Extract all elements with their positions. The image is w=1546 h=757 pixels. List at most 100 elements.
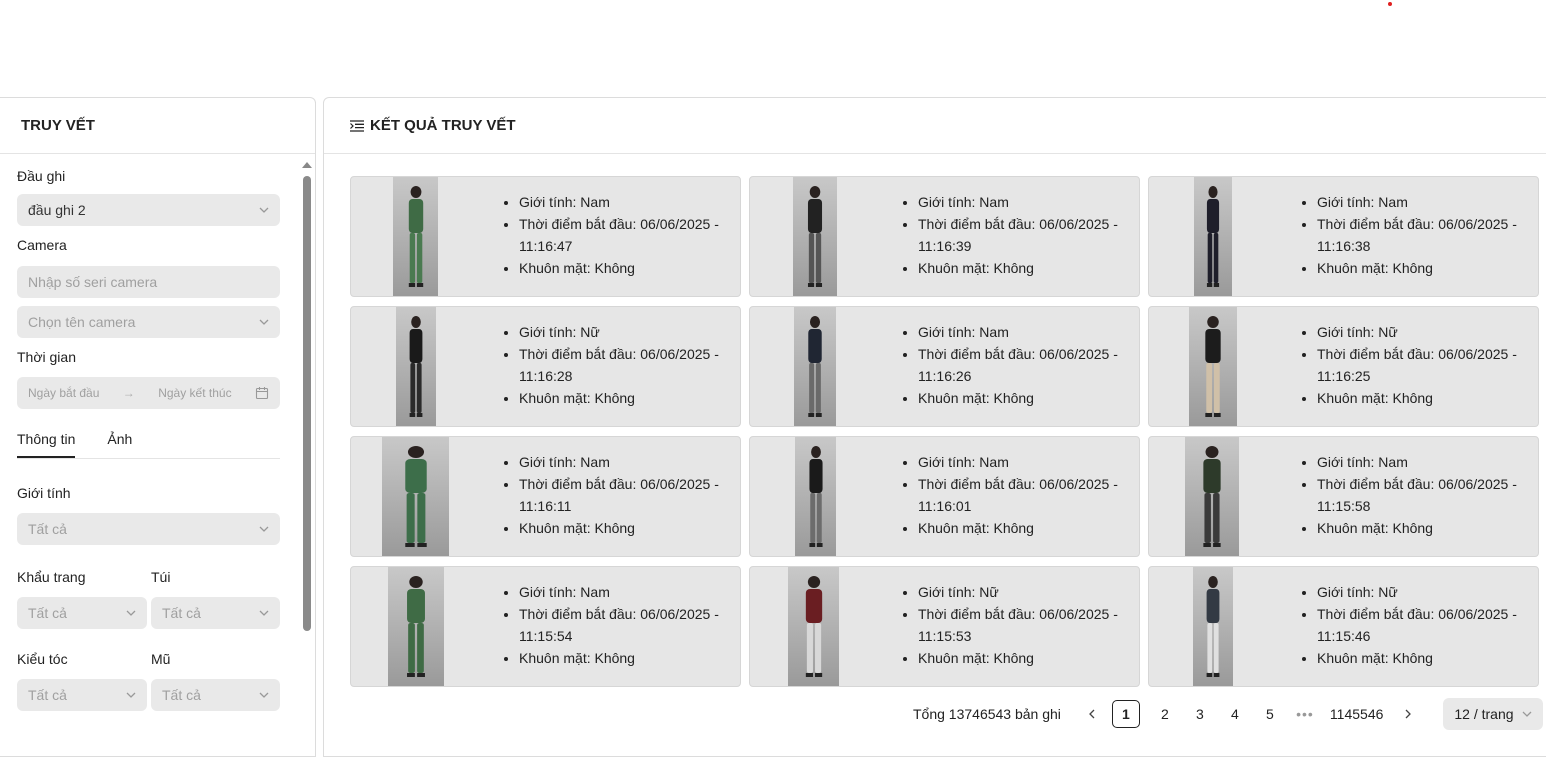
result-gender: Giới tính: Nam <box>1317 451 1532 473</box>
time-label: Thời gian <box>17 349 76 365</box>
person-silhouette-icon <box>1206 576 1220 677</box>
result-card[interactable]: Giới tính: NamThời điểm bắt đầu: 06/06/2… <box>749 436 1140 557</box>
person-thumbnail[interactable] <box>388 567 444 686</box>
result-gender: Giới tính: Nam <box>519 451 734 473</box>
result-face: Khuôn mặt: Không <box>1317 257 1532 279</box>
page-last[interactable]: 1145546 <box>1330 700 1383 728</box>
chevron-down-icon <box>259 526 269 532</box>
end-date-input[interactable]: Ngày kết thúc <box>158 386 231 400</box>
result-card[interactable]: Giới tính: NamThời điểm bắt đầu: 06/06/2… <box>1148 176 1539 297</box>
result-card[interactable]: Giới tính: NữThời điểm bắt đầu: 06/06/20… <box>1148 306 1539 427</box>
result-face: Khuôn mặt: Không <box>1317 517 1532 539</box>
result-info: Giới tính: NữThời điểm bắt đầu: 06/06/20… <box>1300 581 1532 669</box>
result-start-time: Thời điểm bắt đầu: 06/06/2025 - 11:16:47 <box>519 213 734 257</box>
start-date-input[interactable]: Ngày bắt đầu <box>28 386 99 400</box>
gender-label: Giới tính <box>17 485 71 501</box>
result-start-time: Thời điểm bắt đầu: 06/06/2025 - 11:15:53 <box>918 603 1133 647</box>
results-header: KẾT QUẢ TRUY VẾT <box>324 98 1546 154</box>
page-1[interactable]: 1 <box>1111 700 1140 728</box>
arrow-right-icon: → <box>122 386 135 400</box>
result-card[interactable]: Giới tính: NamThời điểm bắt đầu: 06/06/2… <box>749 306 1140 427</box>
result-info: Giới tính: NamThời điểm bắt đầu: 06/06/2… <box>901 321 1133 409</box>
hair-select[interactable]: Tất cả <box>17 679 147 711</box>
result-start-time: Thời điểm bắt đầu: 06/06/2025 - 11:16:28 <box>519 343 734 387</box>
person-thumbnail[interactable] <box>1194 177 1232 296</box>
chevron-down-icon <box>259 207 269 213</box>
page-3[interactable]: 3 <box>1186 700 1214 728</box>
result-info: Giới tính: NữThời điểm bắt đầu: 06/06/20… <box>1300 321 1532 409</box>
result-card[interactable]: Giới tính: NamThời điểm bắt đầu: 06/06/2… <box>749 176 1140 297</box>
notification-dot <box>1388 2 1392 6</box>
person-thumbnail[interactable] <box>382 437 449 556</box>
result-start-time: Thời điểm bắt đầu: 06/06/2025 - 11:16:26 <box>918 343 1133 387</box>
person-thumbnail[interactable] <box>795 437 836 556</box>
hair-hat-row: Kiểu tóc Tất cả Mũ Tất cả <box>17 649 280 711</box>
filter-scrollbar-thumb[interactable] <box>303 176 311 631</box>
result-gender: Giới tính: Nam <box>918 191 1133 213</box>
person-thumbnail[interactable] <box>788 567 839 686</box>
result-start-time: Thời điểm bắt đầu: 06/06/2025 - 11:16:11 <box>519 473 734 517</box>
result-face: Khuôn mặt: Không <box>519 517 734 539</box>
person-thumbnail[interactable] <box>396 307 436 426</box>
filter-panel-title: TRUY VẾT <box>0 98 315 154</box>
filter-tabs: Thông tin Ảnh <box>17 423 280 459</box>
chevron-down-icon <box>259 692 269 698</box>
page-4[interactable]: 4 <box>1221 700 1249 728</box>
dvr-select[interactable]: đầu ghi 2 <box>17 194 280 226</box>
pagination: Tổng 13746543 bản ghi 1 2 3 4 5 ••• 1145… <box>913 698 1544 730</box>
chevron-down-icon <box>259 610 269 616</box>
hat-label: Mũ <box>151 651 171 667</box>
camera-serial-input[interactable]: Nhập số seri camera <box>17 266 280 298</box>
result-card[interactable]: Giới tính: NamThời điểm bắt đầu: 06/06/2… <box>1148 436 1539 557</box>
result-card[interactable]: Giới tính: NữThời điểm bắt đầu: 06/06/20… <box>350 306 741 427</box>
next-page-icon[interactable] <box>1394 700 1422 728</box>
result-card[interactable]: Giới tính: NữThời điểm bắt đầu: 06/06/20… <box>749 566 1140 687</box>
scroll-up-arrow-icon[interactable] <box>302 162 312 168</box>
tab-image[interactable]: Ảnh <box>107 423 132 458</box>
person-thumbnail[interactable] <box>1185 437 1239 556</box>
chevron-down-icon <box>126 692 136 698</box>
trace-filter-panel: TRUY VẾT Đầu ghi đầu ghi 2 Camera Nhập s… <box>0 97 316 757</box>
person-thumbnail[interactable] <box>1193 567 1233 686</box>
page-5[interactable]: 5 <box>1256 700 1284 728</box>
tab-info[interactable]: Thông tin <box>17 423 76 458</box>
result-face: Khuôn mặt: Không <box>519 647 734 669</box>
result-gender: Giới tính: Nam <box>918 451 1133 473</box>
date-range-picker[interactable]: Ngày bắt đầu → Ngày kết thúc <box>17 377 280 409</box>
result-info: Giới tính: NamThời điểm bắt đầu: 06/06/2… <box>1300 451 1532 539</box>
results-grid: Giới tính: NamThời điểm bắt đầu: 06/06/2… <box>350 176 1539 687</box>
prev-page-icon[interactable] <box>1078 700 1106 728</box>
result-info: Giới tính: NamThời điểm bắt đầu: 06/06/2… <box>901 451 1133 539</box>
person-thumbnail[interactable] <box>393 177 438 296</box>
result-card[interactable]: Giới tính: NamThời điểm bắt đầu: 06/06/2… <box>350 566 741 687</box>
result-info: Giới tính: NamThời điểm bắt đầu: 06/06/2… <box>502 191 734 279</box>
results-title: KẾT QUẢ TRUY VẾT <box>370 117 516 134</box>
person-thumbnail[interactable] <box>1189 307 1237 426</box>
gender-select[interactable]: Tất cả <box>17 513 280 545</box>
result-card[interactable]: Giới tính: NữThời điểm bắt đầu: 06/06/20… <box>1148 566 1539 687</box>
page-ellipsis[interactable]: ••• <box>1291 700 1319 728</box>
result-face: Khuôn mặt: Không <box>1317 647 1532 669</box>
hat-select[interactable]: Tất cả <box>151 679 280 711</box>
person-silhouette-icon <box>805 576 822 677</box>
mask-select[interactable]: Tất cả <box>17 597 147 629</box>
result-gender: Giới tính: Nữ <box>519 321 734 343</box>
page-2[interactable]: 2 <box>1151 700 1179 728</box>
result-gender: Giới tính: Nam <box>1317 191 1532 213</box>
result-info: Giới tính: NữThời điểm bắt đầu: 06/06/20… <box>901 581 1133 669</box>
camera-name-select[interactable]: Chọn tên camera <box>17 306 280 338</box>
person-thumbnail[interactable] <box>794 307 836 426</box>
bag-select[interactable]: Tất cả <box>151 597 280 629</box>
result-gender: Giới tính: Nữ <box>1317 581 1532 603</box>
result-card[interactable]: Giới tính: NamThời điểm bắt đầu: 06/06/2… <box>350 176 741 297</box>
result-start-time: Thời điểm bắt đầu: 06/06/2025 - 11:16:38 <box>1317 213 1532 257</box>
chevron-down-icon <box>1522 711 1532 717</box>
result-start-time: Thời điểm bắt đầu: 06/06/2025 - 11:15:46 <box>1317 603 1532 647</box>
result-face: Khuôn mặt: Không <box>918 257 1133 279</box>
page-size-select[interactable]: 12 / trang <box>1443 698 1544 730</box>
person-thumbnail[interactable] <box>793 177 837 296</box>
result-card[interactable]: Giới tính: NamThời điểm bắt đầu: 06/06/2… <box>350 436 741 557</box>
person-silhouette-icon <box>409 316 423 417</box>
result-info: Giới tính: NamThời điểm bắt đầu: 06/06/2… <box>901 191 1133 279</box>
person-silhouette-icon <box>807 186 823 287</box>
